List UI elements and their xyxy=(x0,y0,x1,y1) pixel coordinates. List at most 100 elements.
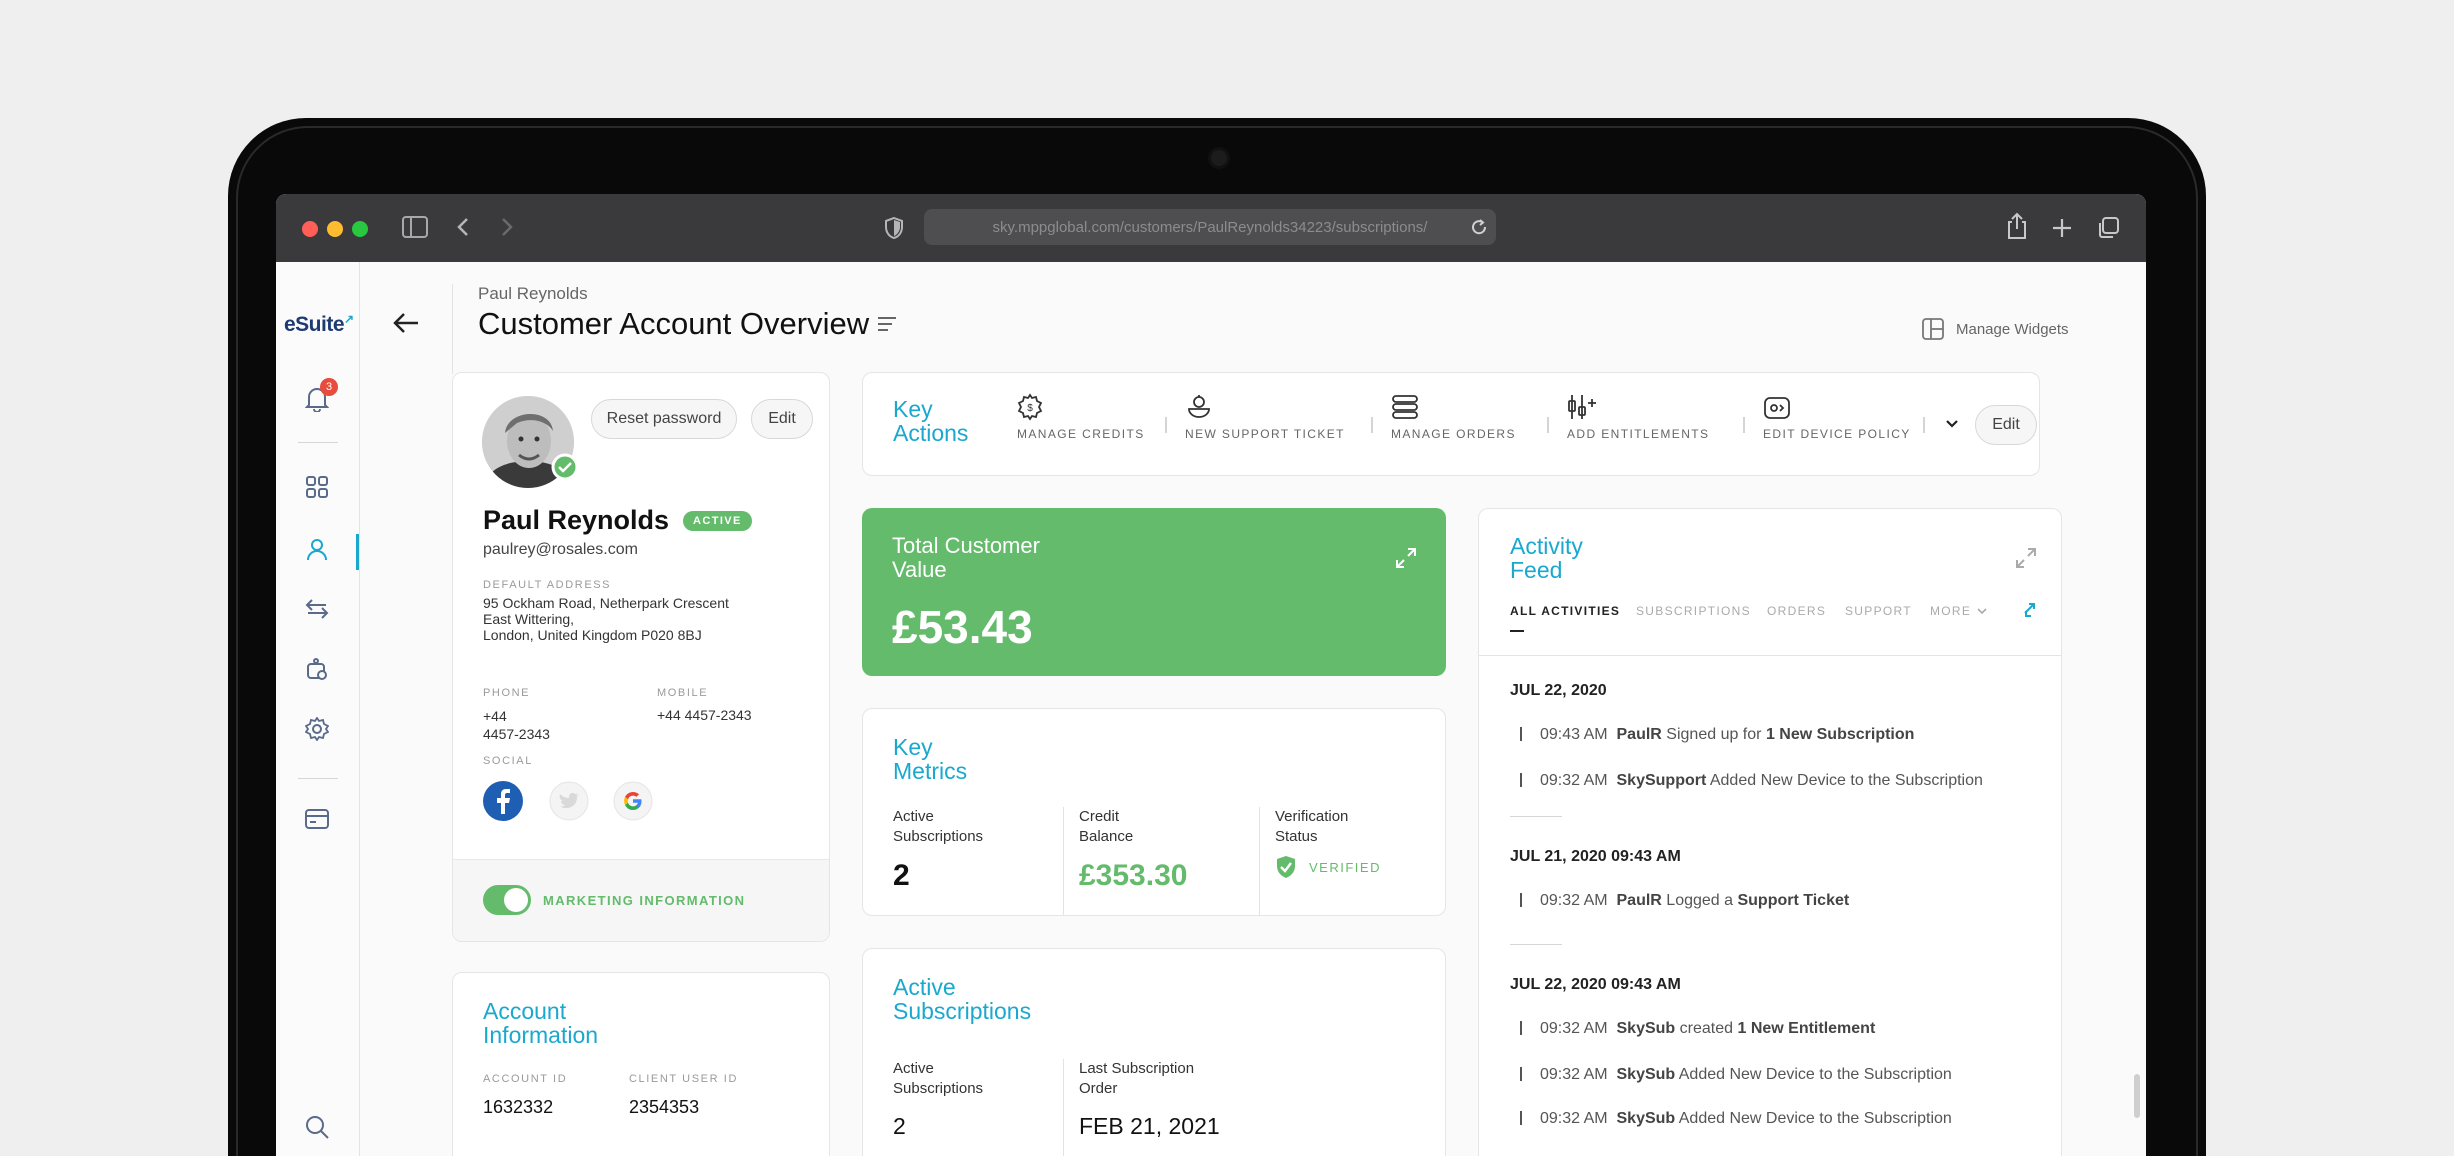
card-icon xyxy=(305,809,329,829)
customer-email: paulrey@rosales.com xyxy=(483,541,638,558)
edit-device-policy-label: EDIT DEVICE POLICY xyxy=(1763,427,1911,441)
manage-credits-label: MANAGE CREDITS xyxy=(1017,427,1145,441)
maximize-window-button[interactable] xyxy=(352,221,368,237)
manage-credits-action[interactable]: $ MANAGE CREDITS xyxy=(1017,393,1145,453)
notification-badge: 3 xyxy=(320,378,338,396)
tab-more[interactable]: MORE xyxy=(1930,604,1987,618)
url-text: sky.mppglobal.com/customers/PaulReynolds… xyxy=(992,218,1428,236)
sync-icon[interactable] xyxy=(2020,600,2040,620)
orders-icon xyxy=(1392,395,1418,419)
address-bar[interactable]: sky.mppglobal.com/customers/PaulReynolds… xyxy=(924,209,1496,245)
feed-item: 09:32 AM SkySub Added New Device to the … xyxy=(1520,1110,1952,1128)
chevron-down-icon[interactable] xyxy=(1945,419,1959,429)
nav-billing[interactable] xyxy=(302,804,332,834)
expand-icon[interactable] xyxy=(2014,546,2038,570)
reset-password-button[interactable]: Reset password xyxy=(591,399,737,439)
account-information-card: Account Information ACCOUNT ID 1632332 CL… xyxy=(452,972,830,1156)
add-entitlements-label: ADD ENTITLEMENTS xyxy=(1567,427,1710,441)
nav-customers[interactable] xyxy=(302,534,332,564)
verified-shield-icon xyxy=(1277,856,1295,878)
mobile-value: +44 4457-2343 xyxy=(657,707,752,723)
sidebar-toggle-icon[interactable] xyxy=(402,216,428,238)
new-support-ticket-action[interactable]: NEW SUPPORT TICKET xyxy=(1185,393,1345,453)
feed-item: 09:32 AM SkySupport Added New Device to … xyxy=(1520,772,1983,790)
activity-feed-title: Activity Feed xyxy=(1510,533,1583,583)
nav-search[interactable] xyxy=(302,1112,332,1142)
device-settings-icon xyxy=(307,658,327,680)
svg-text:$: $ xyxy=(1027,403,1033,414)
avatar xyxy=(482,396,579,488)
feed-item: 09:32 AM SkySub Added New Device to the … xyxy=(1520,1066,1952,1084)
breadcrumb: Paul Reynolds xyxy=(478,284,588,303)
key-actions-edit-label: Edit xyxy=(1992,416,2020,433)
nav-settings[interactable] xyxy=(302,714,332,744)
subscriptions-count-label: Active Subscriptions xyxy=(893,1060,984,1097)
tab-overview-icon[interactable] xyxy=(2096,216,2120,240)
feed-divider xyxy=(1510,944,1562,945)
twitter-icon[interactable] xyxy=(549,781,589,821)
add-entitlements-action[interactable]: ADD ENTITLEMENTS xyxy=(1567,393,1709,453)
reset-password-label: Reset password xyxy=(606,410,722,427)
tab-more-label: MORE xyxy=(1930,604,1972,618)
tab-support[interactable]: SUPPORT xyxy=(1845,604,1912,618)
account-info-title: Account Information xyxy=(483,998,599,1048)
close-window-button[interactable] xyxy=(302,221,318,237)
gear-icon xyxy=(305,717,329,741)
account-id-label: ACCOUNT ID xyxy=(483,1073,568,1085)
minimize-window-button[interactable] xyxy=(327,221,343,237)
account-id-value: 1632332 xyxy=(483,1097,554,1117)
menu-lines-icon[interactable] xyxy=(876,314,898,334)
mobile-label: MOBILE xyxy=(657,687,709,699)
verification-status-label: Verification Status xyxy=(1275,808,1349,845)
tab-all-activities[interactable]: ALL ACTIVITIES xyxy=(1510,604,1620,618)
forward-nav-icon[interactable] xyxy=(500,216,514,238)
nav-transactions[interactable] xyxy=(302,594,332,624)
tab-orders[interactable]: ORDERS xyxy=(1767,604,1826,618)
nav-active-indicator xyxy=(356,534,359,570)
credit-balance-label: Credit Balance xyxy=(1079,808,1134,845)
manage-widgets-label: Manage Widgets xyxy=(1956,320,2069,338)
edit-profile-button[interactable]: Edit xyxy=(751,399,813,439)
header-divider xyxy=(452,284,453,374)
active-subscriptions-label: Active Subscriptions xyxy=(893,808,984,845)
feed-item: 09:32 AM SkySub created 1 New Entitlemen… xyxy=(1520,1020,1875,1038)
new-support-ticket-label: NEW SUPPORT TICKET xyxy=(1185,427,1345,441)
device-policy-icon xyxy=(1764,397,1790,419)
nav-devices[interactable] xyxy=(302,654,332,684)
google-icon[interactable] xyxy=(613,781,653,821)
privacy-shield-icon[interactable] xyxy=(884,216,904,240)
customer-name: Paul Reynolds xyxy=(483,505,670,535)
back-arrow-icon[interactable] xyxy=(392,312,420,334)
camera xyxy=(1208,147,1230,169)
back-nav-icon[interactable] xyxy=(456,216,470,238)
edit-device-policy-action[interactable]: EDIT DEVICE POLICY xyxy=(1763,393,1911,453)
user-icon xyxy=(307,539,327,561)
app-sidebar: eSuite↗ 3 xyxy=(276,262,360,1156)
chevron-down-icon xyxy=(1977,608,1987,615)
feed-date-1: JUL 22, 2020 xyxy=(1510,682,1607,699)
marketing-toggle[interactable] xyxy=(483,885,531,915)
facebook-icon[interactable] xyxy=(483,781,523,821)
manage-orders-action[interactable]: MANAGE ORDERS xyxy=(1391,393,1516,453)
browser-toolbar: sky.mppglobal.com/customers/PaulReynolds… xyxy=(276,194,2146,262)
share-icon[interactable] xyxy=(2006,212,2028,240)
device-frame: sky.mppglobal.com/customers/PaulReynolds… xyxy=(0,0,2454,1156)
subscriptions-count-value: 2 xyxy=(893,1113,906,1139)
feed-date-2: JUL 21, 2020 09:43 AM xyxy=(1510,848,1681,865)
notifications-button[interactable]: 3 xyxy=(302,378,338,414)
feed-item: 09:43 AM PaulR Signed up for 1 New Subsc… xyxy=(1520,726,1914,744)
phone-label: PHONE xyxy=(483,687,531,699)
tab-subscriptions[interactable]: SUBSCRIPTIONS xyxy=(1636,604,1751,618)
status-badge: ACTIVE xyxy=(683,510,752,531)
nav-dashboard[interactable] xyxy=(302,472,332,502)
reload-icon[interactable] xyxy=(1470,218,1488,236)
expand-icon[interactable] xyxy=(1394,546,1418,570)
new-tab-icon[interactable] xyxy=(2052,218,2072,238)
scrollbar-thumb[interactable] xyxy=(2134,1074,2140,1118)
esuite-logo: eSuite↗ xyxy=(284,312,354,336)
client-user-id-value: 2354353 xyxy=(629,1097,700,1117)
key-actions-edit-button[interactable]: Edit xyxy=(1975,405,2037,445)
active-subscriptions-card: Active Subscriptions Active Subscriptions … xyxy=(862,948,1446,1156)
manage-orders-label: MANAGE ORDERS xyxy=(1391,427,1516,441)
manage-widgets-button[interactable]: Manage Widgets xyxy=(1922,318,2069,340)
